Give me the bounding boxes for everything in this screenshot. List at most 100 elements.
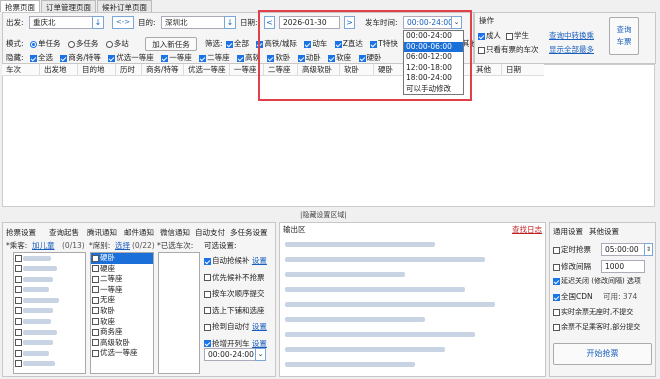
settings-link[interactable]: 设置	[252, 322, 267, 331]
checkbox-icon	[204, 340, 211, 347]
radio-icon	[67, 40, 75, 48]
show-all-link[interactable]: 显示全部最多	[549, 45, 594, 55]
list-item[interactable]	[14, 295, 85, 306]
checkbox-icon	[553, 293, 560, 301]
swap-button[interactable]: <->	[112, 16, 134, 29]
hide-gaoruan[interactable]: 高软	[236, 53, 260, 63]
bottom-tab-wechat[interactable]: 微信通知	[160, 227, 190, 238]
seat-item[interactable]: 优选一等座	[91, 348, 153, 359]
list-item[interactable]	[14, 327, 85, 338]
list-item[interactable]	[14, 274, 85, 285]
query-tickets-button[interactable]: 查询 车票	[609, 17, 639, 55]
tab-grab[interactable]: 抢票页面	[0, 0, 40, 12]
tab-waitlist[interactable]: 候补订单页面	[97, 0, 152, 12]
mode-station[interactable]: 多站	[105, 39, 129, 49]
list-item[interactable]	[14, 338, 85, 349]
interval-checkbox[interactable]: 修改间隔	[553, 262, 591, 272]
list-item[interactable]	[14, 264, 85, 275]
list-item[interactable]	[14, 306, 85, 317]
time-option[interactable]: 00:00-24:00	[404, 31, 463, 42]
opt-auto-waitlist[interactable]: 自动抢候补 设置	[204, 253, 274, 270]
seat-label: *席别:	[89, 241, 111, 250]
seat-select-link[interactable]: 选择	[115, 241, 130, 251]
only-tickets-checkbox[interactable]: 只看有票的车次	[478, 45, 539, 55]
other-tab[interactable]: 其他设置	[589, 227, 619, 237]
options-list: 自动抢候补 设置 优先候补不抢票 按车次顺序提交 选上下铺和选座 抢到自动付 设…	[204, 253, 274, 352]
list-item[interactable]	[14, 359, 85, 370]
seat-item[interactable]: 硬卧	[91, 253, 153, 264]
from-input[interactable]: 重庆北	[29, 16, 93, 29]
seat-count: (0/22)	[132, 241, 155, 250]
list-item[interactable]	[14, 253, 85, 264]
checkbox-icon	[92, 265, 99, 273]
time-option-selected[interactable]: 00:00-06:00	[404, 41, 463, 52]
checkbox-icon	[506, 32, 513, 40]
seat-item[interactable]: 高级软卧	[91, 338, 153, 349]
cdn-available: 可用: 374	[603, 292, 638, 301]
selected-trains-list[interactable]	[158, 252, 200, 374]
seat-item[interactable]: 一等座	[91, 285, 153, 296]
time-range-input[interactable]: 00:00-24:00	[204, 348, 256, 361]
to-dropdown-icon[interactable]: ↓	[224, 16, 236, 29]
query-transfer-link[interactable]: 查询中转换乘	[549, 31, 594, 41]
spinner-icon[interactable]: ⇕	[644, 243, 653, 256]
hide-second[interactable]: 二等座	[199, 53, 230, 63]
time-option[interactable]: 06:00-12:00	[404, 52, 463, 63]
tab-orders[interactable]: 订单管理页面	[41, 0, 96, 12]
bottom-tab-grab[interactable]: 抢票设置	[6, 227, 36, 238]
hide-all[interactable]: 全选	[30, 53, 53, 63]
seat-item[interactable]: 软座	[91, 317, 153, 328]
list-item[interactable]	[14, 285, 85, 296]
passenger-count: (0/13)	[62, 241, 85, 250]
bottom-tab-query[interactable]: 查询起售	[49, 227, 79, 238]
cdn-checkbox[interactable]: 全国CDN	[553, 292, 593, 302]
add-task-button[interactable]: 加入新任务	[145, 37, 197, 51]
seat-item[interactable]: 硬座	[91, 264, 153, 275]
checkbox-icon	[204, 290, 211, 298]
opt-order-submit[interactable]: 按车次顺序提交	[204, 286, 274, 303]
timed-input[interactable]: 05:00:00	[601, 243, 645, 256]
general-tab[interactable]: 通用设置	[553, 227, 583, 237]
bottom-tab-pay[interactable]: 自动支付	[195, 227, 225, 238]
seat-item[interactable]: 二等座	[91, 274, 153, 285]
hide-business[interactable]: 商务/特等	[60, 53, 101, 63]
list-item[interactable]	[14, 317, 85, 328]
add-child-link[interactable]: 加儿童	[32, 241, 55, 251]
interval-input[interactable]: 1000	[601, 260, 645, 273]
to-input[interactable]: 深圳北	[161, 16, 225, 29]
delay-checkbox[interactable]: 延迟关闭 (修改间隔) 选项	[553, 276, 641, 286]
bottom-tab-email[interactable]: 邮件通知	[124, 227, 154, 238]
from-label: 出发:	[6, 18, 24, 27]
time-option[interactable]: 可以手动修改	[404, 84, 463, 95]
settings-link[interactable]: 设置	[252, 256, 267, 265]
bottom-tab-tencent[interactable]: 腾讯通知	[87, 227, 117, 238]
list-item[interactable]	[14, 348, 85, 359]
ex2-checkbox[interactable]: 余票不足乘客时,部分提交	[553, 322, 640, 332]
hide-premium[interactable]: 优选一等座	[108, 53, 154, 63]
opt-select-berth[interactable]: 选上下铺和选座	[204, 303, 274, 320]
hidden-settings-toggle[interactable]: |隐藏设置区域|	[300, 210, 347, 220]
hide-first[interactable]: 一等座	[161, 53, 192, 63]
start-grab-button[interactable]: 开始抢票	[553, 343, 652, 365]
time-option[interactable]: 18:00-24:00	[404, 73, 463, 84]
adult-checkbox[interactable]: 成人	[478, 31, 501, 41]
bottom-tab-multi[interactable]: 多任务设置	[230, 227, 268, 238]
ex1-checkbox[interactable]: 实时余票无座时,不提交	[553, 307, 633, 317]
opt-auto-pay[interactable]: 抢到自动付 设置	[204, 319, 274, 336]
timed-checkbox[interactable]: 定时抢票	[553, 245, 591, 255]
filter-all[interactable]: 全部	[226, 39, 249, 49]
time-option[interactable]: 12:00-18:00	[404, 63, 463, 74]
seat-item[interactable]: 软卧	[91, 306, 153, 317]
log-line	[285, 362, 415, 367]
student-checkbox[interactable]: 学生	[506, 31, 529, 41]
settings-link[interactable]: 设置	[252, 339, 267, 348]
seat-item[interactable]: 无座	[91, 295, 153, 306]
find-log-link[interactable]: 查找日志	[512, 225, 542, 235]
seat-item[interactable]: 商务座	[91, 327, 153, 338]
mode-single[interactable]: 单任务	[30, 39, 61, 49]
date-label: 日期:	[240, 18, 258, 27]
opt-prefer-waitlist[interactable]: 优先候补不抢票	[204, 270, 274, 287]
mode-multi[interactable]: 多任务	[67, 39, 98, 49]
from-dropdown-icon[interactable]: ↓	[92, 16, 104, 29]
chevron-down-icon[interactable]: ⌄	[255, 348, 266, 361]
